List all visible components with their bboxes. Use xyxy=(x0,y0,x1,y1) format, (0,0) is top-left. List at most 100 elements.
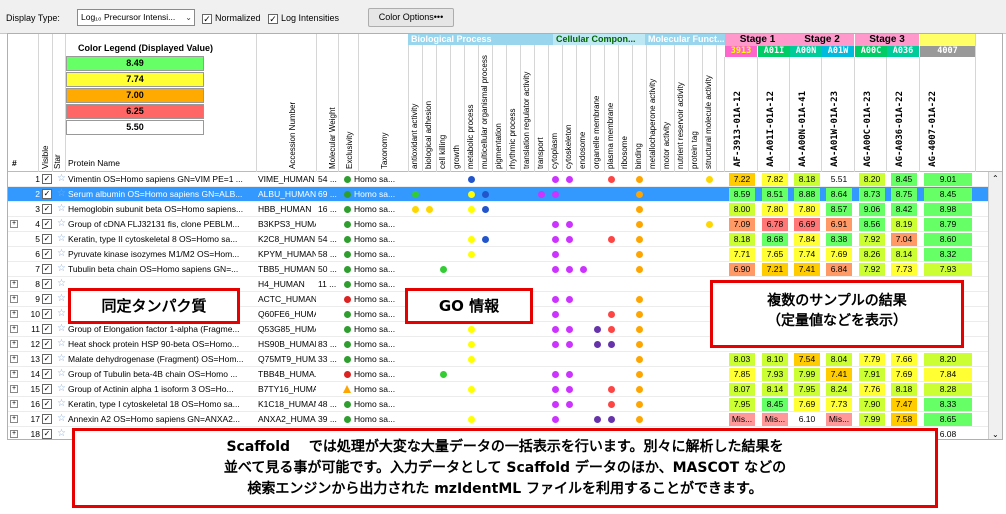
quant-value[interactable]: 8.73 xyxy=(859,188,885,201)
go-group-header[interactable]: Molecular Funct... xyxy=(645,34,727,45)
quant-value[interactable]: 8.56 xyxy=(859,218,885,231)
quant-value[interactable]: 7.41 xyxy=(794,263,820,276)
expand-toggle-icon[interactable]: + xyxy=(10,220,18,228)
star-icon[interactable]: ☆ xyxy=(57,172,66,186)
expand-toggle-icon[interactable]: + xyxy=(10,415,18,423)
star-icon[interactable]: ☆ xyxy=(57,187,66,201)
quant-value[interactable]: 7.74 xyxy=(794,248,820,261)
go-term-header[interactable]: transport xyxy=(536,54,545,169)
go-term-header[interactable]: rhythmic process xyxy=(508,54,517,169)
quant-value[interactable]: 8.14 xyxy=(891,248,917,261)
column-num-header[interactable]: # xyxy=(12,158,17,168)
expand-toggle-icon[interactable]: + xyxy=(10,310,18,318)
star-icon[interactable]: ☆ xyxy=(57,367,66,381)
star-icon[interactable]: ☆ xyxy=(57,352,66,366)
go-term-header[interactable]: binding xyxy=(634,54,643,169)
quant-value[interactable]: 8.00 xyxy=(729,203,755,216)
quant-value[interactable]: 7.73 xyxy=(826,398,852,411)
quant-value[interactable]: 7.85 xyxy=(729,368,755,381)
table-row[interactable]: +4 ✓ ☆ Group of cDNA FLJ32131 fis, clone PE… xyxy=(8,217,1002,232)
vertical-scrollbar[interactable]: ⌃ ⌄ xyxy=(988,172,1002,439)
quant-value[interactable]: 8.19 xyxy=(891,218,917,231)
scroll-up-icon[interactable]: ⌃ xyxy=(992,174,999,183)
table-row[interactable]: +13 ✓ ☆ Malate dehydrogenase (Fragment) OS=… xyxy=(8,352,1002,367)
quant-value[interactable]: 8.14 xyxy=(762,383,788,396)
quant-value[interactable]: 7.47 xyxy=(891,398,917,411)
expand-toggle-icon[interactable]: + xyxy=(10,400,18,408)
quant-value[interactable]: 7.65 xyxy=(762,248,788,261)
quant-column-header[interactable]: AA-A01I-01A-12 xyxy=(766,91,776,167)
quant-value[interactable]: Mis... xyxy=(826,413,852,426)
quant-value[interactable]: 8.24 xyxy=(826,383,852,396)
star-icon[interactable]: ☆ xyxy=(57,217,66,231)
star-icon[interactable]: ☆ xyxy=(57,232,66,246)
quant-value[interactable]: 8.03 xyxy=(729,353,755,366)
quant-column-header[interactable]: AG-A036-01A-22 xyxy=(895,91,905,167)
quant-value[interactable]: 7.69 xyxy=(826,248,852,261)
go-term-header[interactable]: cytoplasm xyxy=(550,54,559,169)
column-accession-header[interactable]: Accession Number xyxy=(288,89,297,169)
quant-value[interactable]: 8.38 xyxy=(826,233,852,246)
quant-value[interactable]: 8.45 xyxy=(891,173,917,186)
expand-toggle-icon[interactable]: + xyxy=(10,280,18,288)
log-intensities-checkbox[interactable]: ✓ Log Intensities xyxy=(268,10,339,26)
quant-value[interactable]: 7.82 xyxy=(762,173,788,186)
quant-value[interactable]: 8.45 xyxy=(762,398,788,411)
quant-value[interactable]: 7.66 xyxy=(891,353,917,366)
quant-value[interactable]: 7.95 xyxy=(794,383,820,396)
quant-value[interactable]: 8.18 xyxy=(729,233,755,246)
quant-value[interactable]: 8.98 xyxy=(924,203,972,216)
quant-value[interactable]: 7.91 xyxy=(859,368,885,381)
star-icon[interactable]: ☆ xyxy=(57,277,66,291)
table-row[interactable]: +17 ✓ ☆ Annexin A2 OS=Homo sapiens GN=ANXA2… xyxy=(8,412,1002,427)
quant-value[interactable]: 8.45 xyxy=(924,188,972,201)
quant-value[interactable]: 8.59 xyxy=(729,188,755,201)
visible-checkbox[interactable]: ✓ xyxy=(42,189,52,199)
quant-value[interactable]: 7.92 xyxy=(859,233,885,246)
expand-toggle-icon[interactable]: + xyxy=(10,370,18,378)
column-exclusivity-header[interactable]: Exclusivity xyxy=(345,89,354,169)
go-term-header[interactable]: antioxidant activity xyxy=(410,54,419,169)
table-row[interactable]: 3 ✓ ☆ Hemoglobin subunit beta OS=Homo sapie… xyxy=(8,202,1002,217)
go-term-header[interactable]: cell killing xyxy=(438,54,447,169)
go-term-header[interactable]: motor activity xyxy=(662,54,671,169)
quant-value[interactable]: 7.79 xyxy=(859,353,885,366)
quant-value[interactable]: 7.90 xyxy=(859,398,885,411)
quant-value[interactable]: 6.10 xyxy=(794,413,820,426)
quant-value[interactable]: 7.09 xyxy=(729,218,755,231)
quant-value[interactable]: 7.73 xyxy=(891,263,917,276)
quant-value[interactable]: 8.33 xyxy=(924,398,972,411)
quant-value[interactable]: 8.26 xyxy=(859,248,885,261)
quant-value[interactable]: 7.84 xyxy=(924,368,972,381)
quant-value[interactable]: 7.41 xyxy=(826,368,852,381)
quant-value[interactable]: 7.69 xyxy=(891,368,917,381)
quant-value[interactable]: 8.65 xyxy=(924,413,972,426)
quant-value[interactable]: 7.92 xyxy=(859,263,885,276)
quant-value[interactable]: 5.51 xyxy=(826,173,852,186)
normalized-checkbox[interactable]: ✓ Normalized xyxy=(202,10,261,26)
go-term-header[interactable]: structural molecule activity xyxy=(704,54,713,169)
quant-value[interactable]: 7.93 xyxy=(924,263,972,276)
go-term-header[interactable]: nutrient reservoir activity xyxy=(676,54,685,169)
visible-checkbox[interactable]: ✓ xyxy=(42,339,52,349)
star-icon[interactable]: ☆ xyxy=(57,262,66,276)
visible-checkbox[interactable]: ✓ xyxy=(42,294,52,304)
star-icon[interactable]: ☆ xyxy=(57,247,66,261)
column-visible-header[interactable]: Visible xyxy=(41,129,50,169)
quant-value[interactable]: 8.88 xyxy=(794,188,820,201)
quant-column-header[interactable]: AG-A00C-01A-23 xyxy=(863,91,873,167)
go-term-header[interactable]: endosome xyxy=(578,54,587,169)
quant-value[interactable]: 8.51 xyxy=(762,188,788,201)
visible-checkbox[interactable]: ✓ xyxy=(42,369,52,379)
quant-value[interactable]: 7.99 xyxy=(859,413,885,426)
quant-value[interactable]: 8.64 xyxy=(826,188,852,201)
go-term-header[interactable]: multicellular organismal process xyxy=(480,54,489,169)
star-icon[interactable]: ☆ xyxy=(57,412,66,426)
visible-checkbox[interactable]: ✓ xyxy=(42,429,52,439)
go-term-header[interactable]: ribosome xyxy=(620,54,629,169)
column-mw-header[interactable]: Molecular Weight xyxy=(328,89,337,169)
quant-value[interactable]: 6.90 xyxy=(729,263,755,276)
go-term-header[interactable]: protein tag xyxy=(690,54,699,169)
quant-value[interactable]: Mis... xyxy=(729,413,755,426)
visible-checkbox[interactable]: ✓ xyxy=(42,309,52,319)
